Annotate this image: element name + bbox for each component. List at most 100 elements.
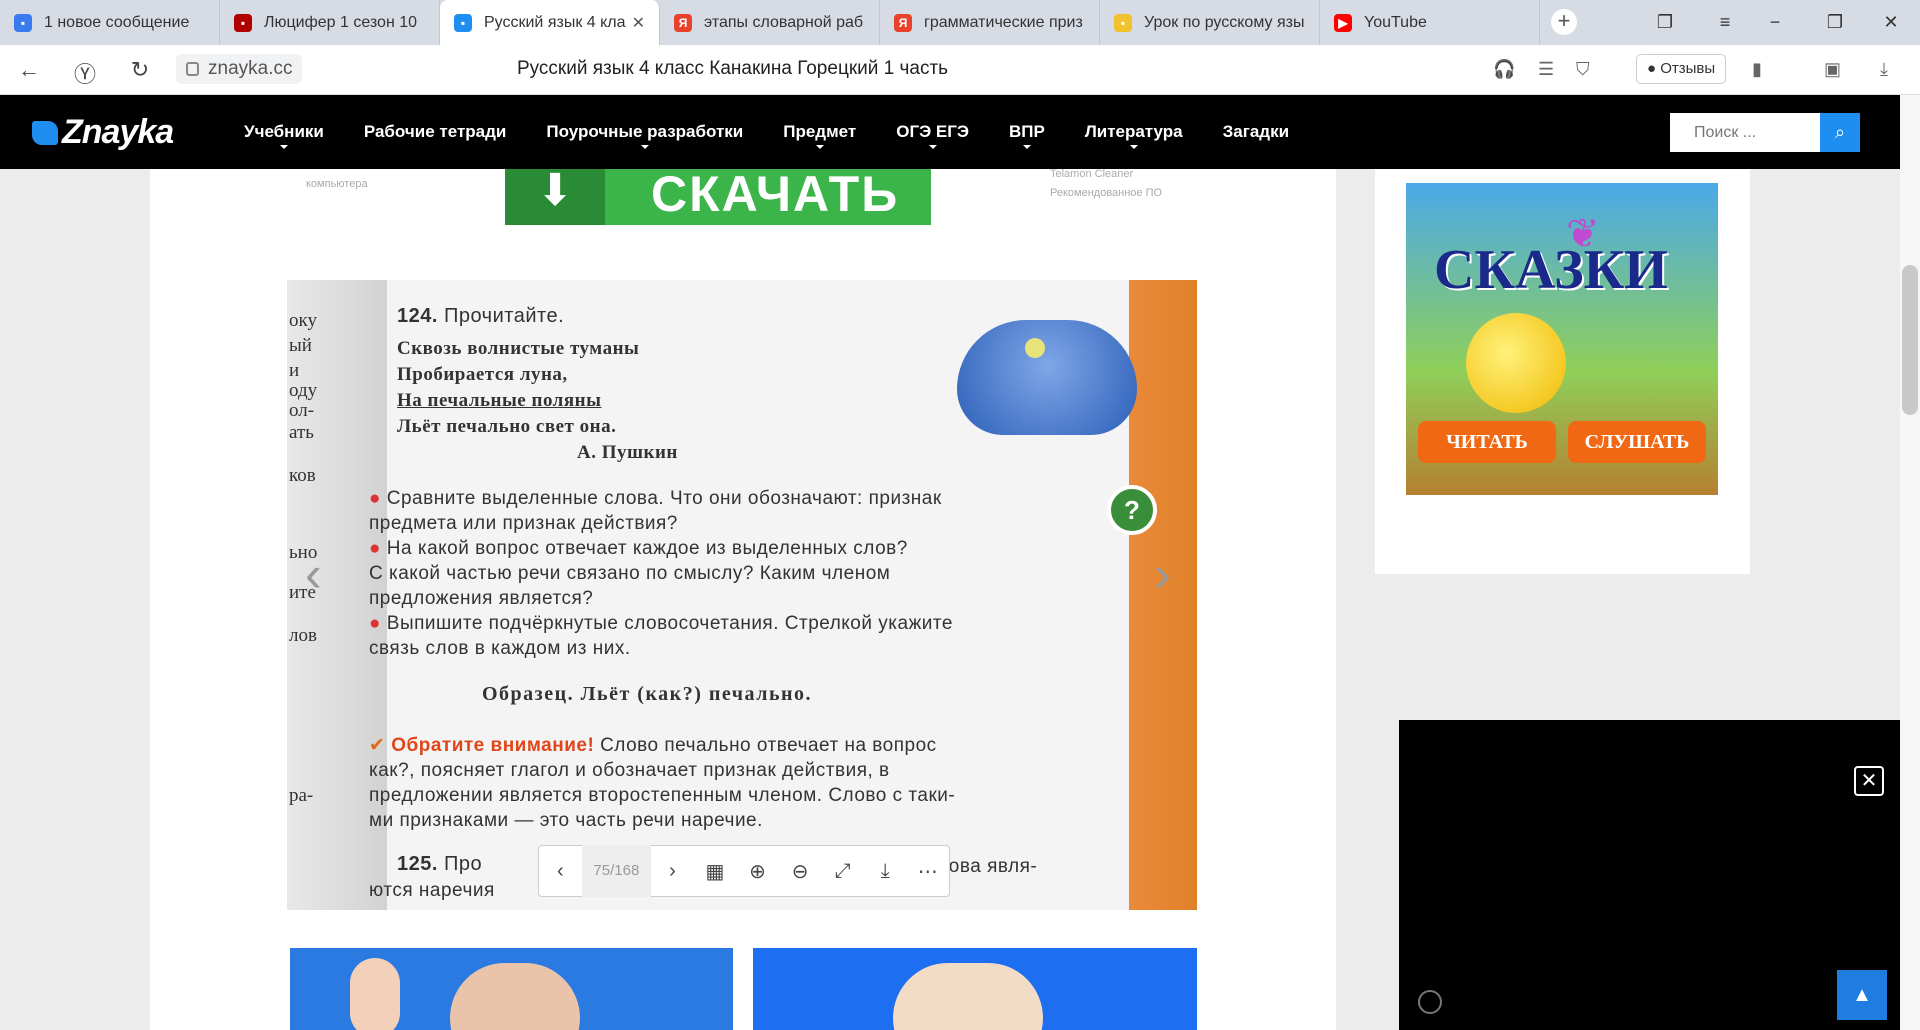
video-ad-player[interactable] [1399, 720, 1900, 1030]
prev-page-arrow[interactable]: ‹ [305, 545, 322, 603]
exercise-text: ются наречия [369, 880, 495, 901]
reader-icon[interactable]: ☰ [1538, 59, 1554, 80]
search-icon[interactable]: ⌕ [1820, 113, 1860, 152]
ad-title: СКАЗКИ [1434, 239, 1668, 301]
tab-2[interactable]: ▪ Люцифер 1 сезон 10 [220, 0, 440, 45]
menu-icon[interactable]: ≡ [1700, 0, 1750, 45]
hand-photo [350, 958, 400, 1030]
menu-item[interactable]: ВПР [989, 95, 1065, 169]
tab-favicon-icon: ▪ [234, 13, 252, 32]
headphones-icon[interactable]: 🎧 [1493, 59, 1515, 80]
menu-item[interactable]: Литература [1065, 95, 1203, 169]
tab-label: 1 новое сообщение [44, 13, 190, 31]
news-thumbnail[interactable] [290, 948, 733, 1030]
collections-icon[interactable]: ❐ [1640, 0, 1690, 45]
book-page-viewer[interactable]: оку ый и оду ол-ать ков ьно ите лов ра- 124. Проч… [287, 280, 1197, 910]
bookmark-icon[interactable]: ▮ [1752, 59, 1762, 80]
menu-item[interactable]: Загадки [1203, 95, 1309, 169]
close-video-icon[interactable]: ✕ [1854, 766, 1884, 796]
book-icon [32, 121, 58, 145]
person-photo [450, 963, 580, 1030]
page-fragment: ый [289, 335, 312, 356]
tab-7[interactable]: ▶ YouTube [1320, 0, 1540, 45]
question-text: связь слов в каждом из них. [369, 638, 631, 659]
grid-view-icon[interactable]: ▦ [694, 859, 737, 884]
minimize-button[interactable]: − [1750, 0, 1800, 45]
tab-favicon-icon: ▶ [1334, 13, 1352, 32]
menu-item[interactable]: Рабочие тетради [344, 95, 527, 169]
restore-button[interactable]: ❐ [1810, 0, 1860, 45]
rule-text: ми признаками — это часть речи наречие. [369, 810, 763, 831]
download-banner[interactable]: ⬇ СКАЧАТЬ [505, 166, 931, 225]
page-fragment: оду [289, 380, 318, 401]
menu-item[interactable]: ОГЭ ЕГЭ [876, 95, 989, 169]
prev-page-button[interactable]: ‹ [539, 860, 582, 883]
site-logo[interactable]: Znayka [32, 113, 174, 152]
rule-text: как?, поясняет глагол и обозначает призн… [369, 760, 890, 781]
next-page-arrow[interactable]: › [1154, 545, 1171, 603]
tab-1[interactable]: ▪ 1 новое сообщение [0, 0, 220, 45]
question-text: Сравните выделенные слова. Что они обозн… [386, 488, 942, 509]
page-fragment: и [289, 360, 300, 381]
tab-3[interactable]: ▪ Русский язык 4 кла ✕ [440, 0, 660, 45]
tab-4[interactable]: Яэтапы словарной раб [660, 0, 880, 45]
tab-favicon-icon: ▪ [14, 13, 32, 32]
ad-read-button[interactable]: ЧИТАТЬ [1418, 421, 1556, 463]
search-input[interactable] [1670, 113, 1820, 152]
exercise-number: 125. [397, 853, 438, 875]
tab-label: Люцифер 1 сезон 10 [264, 13, 418, 31]
page-title: Русский язык 4 класс Канакина Горецкий 1… [516, 58, 949, 79]
question-text: На какой вопрос отвечает каждое из выдел… [386, 538, 908, 559]
reviews-button[interactable]: ● Отзывы [1636, 54, 1727, 84]
attention-label: Обратите внимание! [391, 735, 595, 756]
banner-note: Telamon Cleaner [1050, 168, 1134, 180]
tab-favicon-icon: Я [894, 13, 912, 32]
bullet-icon: ● [369, 538, 381, 559]
new-tab-button[interactable]: + [1551, 9, 1577, 35]
news-thumbnail[interactable] [753, 948, 1197, 1030]
moon-illustration [957, 320, 1137, 435]
sidebar-icon[interactable]: ▣ [1824, 59, 1841, 80]
kolobok-image [1466, 313, 1566, 413]
download-icon[interactable]: ⤓ [1880, 59, 1888, 80]
scroll-to-top-button[interactable]: ▲ [1837, 970, 1887, 1020]
loading-circle-icon [1418, 990, 1442, 1014]
tab-label: YouTube [1364, 13, 1427, 31]
page-fragment: ол- [289, 400, 315, 421]
poem-line: На печальные поляны [397, 390, 602, 411]
page-fragment: ков [289, 465, 316, 486]
fairy-tales-ad[interactable]: СКАЗКИ ❦ ЧИТАТЬ СЛУШАТЬ [1406, 183, 1718, 495]
zoom-out-icon[interactable]: ⊖ [779, 859, 822, 884]
zoom-in-icon[interactable]: ⊕ [736, 859, 779, 884]
fullscreen-icon[interactable]: ⤢ [821, 860, 864, 883]
menu-item[interactable]: Предмет [763, 95, 876, 169]
banner-note: Рекомендованное ПО [1050, 187, 1163, 199]
question-text: Выпишите подчёркнутые словосочетания. Ст… [386, 613, 953, 634]
download-label: СКАЧАТЬ [651, 166, 900, 222]
butterfly-icon: ❦ [1566, 212, 1600, 256]
tab-5[interactable]: Яграмматические приз [880, 0, 1100, 45]
more-icon[interactable]: ⋯ [906, 859, 949, 884]
tab-label: Русский язык 4 кла [484, 13, 626, 31]
page-fragment: оку [289, 310, 317, 331]
download-icon[interactable]: ⤓ [864, 860, 907, 883]
menu-item[interactable]: Поурочные разработки [526, 95, 763, 169]
rule-text: предложении является второстепенным член… [369, 785, 956, 806]
bullet-icon: ● [369, 613, 381, 634]
scrollbar-thumb[interactable] [1902, 265, 1918, 415]
page-scrollbar[interactable] [1900, 95, 1920, 1030]
tab-label: грамматические приз [924, 13, 1083, 31]
tab-favicon-icon: ▪ [1114, 13, 1132, 32]
question-text: предложения является? [369, 588, 594, 609]
close-window-button[interactable]: ✕ [1866, 0, 1916, 45]
textbook-page: 124. Прочитайте. Сквозь волнистые туманы… [369, 280, 1137, 910]
protect-icon[interactable]: ⛉ [1576, 59, 1590, 80]
exercise-text: Про [444, 853, 483, 875]
page-fragment: лов [289, 625, 317, 646]
menu-item[interactable]: Учебники [224, 95, 344, 169]
ad-listen-button[interactable]: СЛУШАТЬ [1568, 421, 1706, 463]
tab-6[interactable]: ▪ Урок по русскому язы [1100, 0, 1320, 45]
download-arrow-icon: ⬇ [505, 169, 605, 225]
close-tab-icon[interactable]: ✕ [632, 13, 645, 33]
next-page-button[interactable]: › [651, 860, 694, 883]
